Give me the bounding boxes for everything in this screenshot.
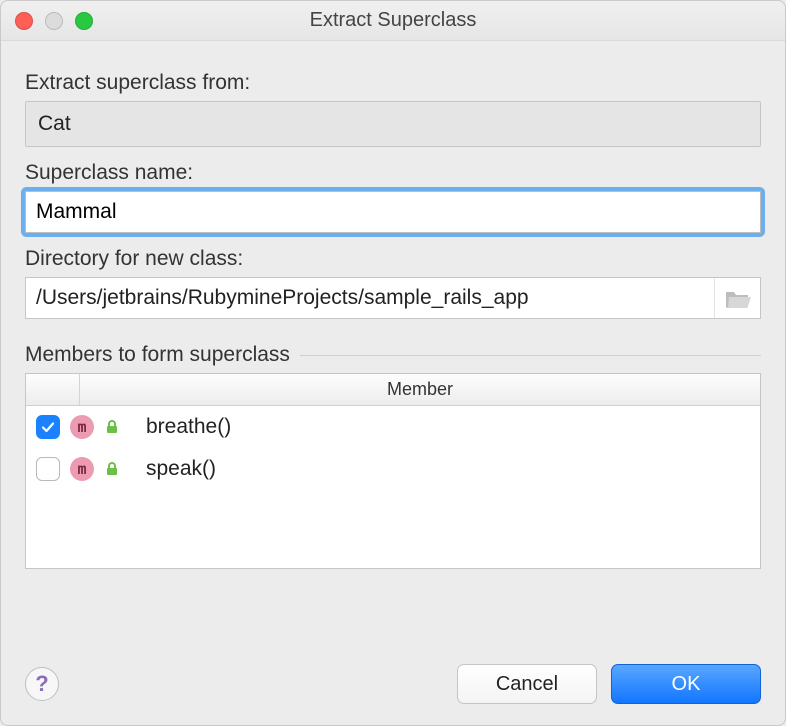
visibility-icon xyxy=(104,461,120,477)
folder-open-icon xyxy=(725,288,751,308)
directory-input[interactable]: /Users/jetbrains/RubymineProjects/sample… xyxy=(26,278,714,318)
titlebar: Extract Superclass xyxy=(1,1,785,41)
method-icon: m xyxy=(70,415,94,439)
ok-button[interactable]: OK xyxy=(611,664,761,704)
directory-label: Directory for new class: xyxy=(25,247,761,271)
browse-directory-button[interactable] xyxy=(714,278,760,318)
column-member-label: Member xyxy=(80,379,760,400)
dialog-window: Extract Superclass Extract superclass fr… xyxy=(0,0,786,726)
superclass-name-label: Superclass name: xyxy=(25,161,761,185)
table-row: m breathe() xyxy=(26,406,760,448)
checkmark-icon xyxy=(40,419,56,435)
members-section-header: Members to form superclass xyxy=(25,343,761,367)
method-icon: m xyxy=(70,457,94,481)
superclass-name-input[interactable] xyxy=(25,191,761,233)
table-row: m speak() xyxy=(26,448,760,490)
window-title: Extract Superclass xyxy=(1,9,785,32)
cancel-button[interactable]: Cancel xyxy=(457,664,597,704)
member-name: breathe() xyxy=(146,415,231,439)
column-checkbox xyxy=(26,374,80,405)
members-table-header: Member xyxy=(26,374,760,406)
members-table: Member m breathe() m speak() xyxy=(25,373,761,569)
superclass-name-field-wrap xyxy=(25,191,761,233)
dialog-footer: ? Cancel OK xyxy=(1,651,785,725)
directory-field: /Users/jetbrains/RubymineProjects/sample… xyxy=(25,277,761,319)
extract-from-value: Cat xyxy=(25,101,761,147)
visibility-icon xyxy=(104,419,120,435)
member-checkbox[interactable] xyxy=(36,415,60,439)
divider xyxy=(300,355,761,356)
dialog-content: Extract superclass from: Cat Superclass … xyxy=(1,41,785,651)
member-checkbox[interactable] xyxy=(36,457,60,481)
minimize-window-button[interactable] xyxy=(45,12,63,30)
members-section-label: Members to form superclass xyxy=(25,343,290,367)
zoom-window-button[interactable] xyxy=(75,12,93,30)
help-button[interactable]: ? xyxy=(25,667,59,701)
window-controls xyxy=(15,12,93,30)
member-name: speak() xyxy=(146,457,216,481)
close-window-button[interactable] xyxy=(15,12,33,30)
extract-from-label: Extract superclass from: xyxy=(25,71,761,95)
members-table-body: m breathe() m speak() xyxy=(26,406,760,568)
